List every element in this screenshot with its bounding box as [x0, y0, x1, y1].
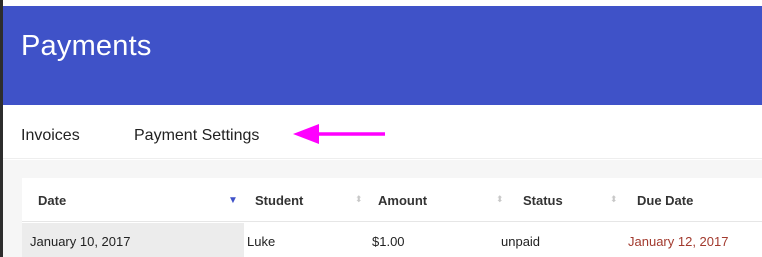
column-header-student[interactable]: Student — [255, 193, 303, 208]
table-header: Date ▼ Student ⬍ Amount ⬍ Status ⬍ Due D… — [22, 178, 762, 222]
sort-both-icon[interactable]: ⬍ — [610, 194, 618, 205]
column-header-due-date[interactable]: Due Date — [637, 193, 693, 208]
payments-page: Payments Invoices Payment Settings Date … — [0, 0, 762, 257]
table-row[interactable]: January 10, 2017 Luke $1.00 unpaid Janua… — [22, 223, 762, 257]
page-header: Payments — [3, 6, 762, 105]
table-container: Date ▼ Student ⬍ Amount ⬍ Status ⬍ Due D… — [3, 160, 762, 257]
sort-both-icon[interactable]: ⬍ — [496, 194, 504, 205]
cell-student: Luke — [247, 234, 276, 249]
page-title: Payments — [21, 30, 152, 62]
tab-invoices[interactable]: Invoices — [21, 127, 80, 145]
column-header-status[interactable]: Status — [523, 193, 563, 208]
arrow-left-icon — [293, 124, 385, 144]
sort-down-icon[interactable]: ▼ — [228, 195, 238, 206]
sort-both-icon[interactable]: ⬍ — [355, 194, 363, 205]
column-header-amount[interactable]: Amount — [378, 193, 427, 208]
cell-date: January 10, 2017 — [30, 234, 131, 249]
cell-amount: $1.00 — [372, 234, 405, 249]
cell-due-date: January 12, 2017 — [628, 234, 729, 249]
tab-payment-settings[interactable]: Payment Settings — [134, 127, 259, 145]
invoices-table: Date ▼ Student ⬍ Amount ⬍ Status ⬍ Due D… — [22, 178, 762, 257]
column-header-date[interactable]: Date — [38, 193, 66, 208]
cell-status: unpaid — [501, 234, 541, 249]
